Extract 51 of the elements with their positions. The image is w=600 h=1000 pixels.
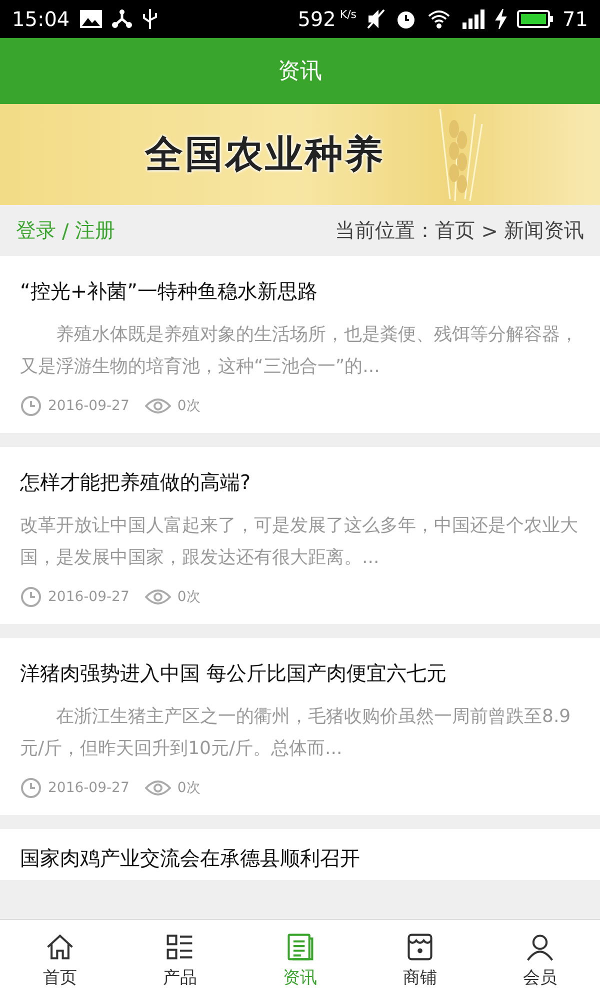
article-summary: 养殖水体既是养殖对象的生活场所，也是粪便、残饵等分解容器，又是浮游生物的培育池，这种“三池合一”的... [20, 323, 579, 379]
nav-tab[interactable]: 首页 [0, 920, 120, 1000]
banner-title: 全国农业种养 [145, 130, 385, 178]
home-link[interactable]: 首页 [435, 217, 476, 244]
muted-icon [366, 9, 385, 29]
article-title: 国家肉鸡产业交流会在承德县顺利召开 [20, 845, 361, 872]
article-card[interactable]: “控光+补菌”一特种鱼稳水新思路 养殖水体既是养殖对象的生活场所，也是粪便、残饵等分解容器，又是浮游生物的培育池，这种“三池合一”的... 2016-09-27 0次 [0, 256, 600, 433]
current-page-text: 新闻资讯 [504, 217, 584, 244]
article-date: 2016-09-27 [48, 398, 130, 414]
article-title: “控光+补菌”一特种鱼稳水新思路 [20, 278, 318, 305]
eye-icon [145, 588, 172, 606]
view-count: 0次 [177, 397, 200, 415]
nav-tab[interactable]: 产品 [120, 920, 240, 1000]
article-card[interactable]: 洋猪肉强势进入中国 每公斤比国产肉便宜六七元 在浙江生猪主产区之一的衢州，毛猪收购价虽然一周前曾跌至8.9元/斤，但昨天回升到10元/斤。总体而... 2016-09-27 0次 [0, 638, 600, 815]
article-title: 怎样才能把养殖做的高端? [20, 469, 252, 496]
view-count: 0次 [177, 588, 200, 606]
shop-icon [405, 932, 435, 962]
image-icon [80, 10, 102, 28]
battery-icon [516, 10, 553, 28]
home-icon [45, 932, 75, 962]
breadcrumb-arrow: > [481, 218, 498, 242]
article-date: 2016-09-27 [48, 589, 130, 605]
eye-icon [145, 397, 172, 415]
charging-icon [494, 9, 507, 29]
clock-text: 15:04 [12, 7, 70, 31]
article-date: 2016-09-27 [48, 780, 130, 796]
article-summary: 在浙江生猪主产区之一的衢州，毛猪收购价虽然一周前曾跌至8.9元/斤，但昨天回升到10元/斤。总体而... [20, 705, 572, 761]
clock-icon [20, 777, 42, 799]
network-speed-text: 592 [298, 7, 336, 31]
article-title: 洋猪肉强势进入中国 每公斤比国产肉便宜六七元 [20, 660, 448, 687]
nav-tab[interactable]: 会员 [480, 920, 600, 1000]
usb-icon [142, 8, 158, 30]
signal-icon [460, 9, 485, 29]
article-card[interactable]: 国家肉鸡产业交流会在承德县顺利召开 [0, 829, 600, 880]
battery-level-text: 71 [562, 7, 588, 31]
nav-tab[interactable]: 商铺 [360, 920, 480, 1000]
speed-unit-text: K/s [340, 8, 357, 21]
page-title: 资讯 [278, 58, 322, 86]
view-count: 0次 [177, 779, 200, 797]
wifi-icon [426, 9, 451, 29]
clock-icon [20, 395, 42, 417]
eye-icon [145, 779, 172, 797]
document-icon [285, 932, 315, 962]
separator-text: / [62, 218, 69, 242]
network-icon [112, 9, 132, 29]
user-icon [525, 932, 555, 962]
article-card[interactable]: 怎样才能把养殖做的高端? 改革开放让中国人富起来了，可是发展了这么多年，中国还是个农业大国，是发展中国家，跟发达还有很大距离。... 2016-09-27 0次 [0, 447, 600, 624]
location-label: 当前位置： [335, 217, 436, 244]
article-summary: 改革开放让中国人富起来了，可是发展了这么多年，中国还是个农业大国，是发展中国家，跟发达还有很大距离。... [20, 514, 579, 570]
list-icon [165, 932, 195, 962]
clock-icon [20, 586, 42, 608]
